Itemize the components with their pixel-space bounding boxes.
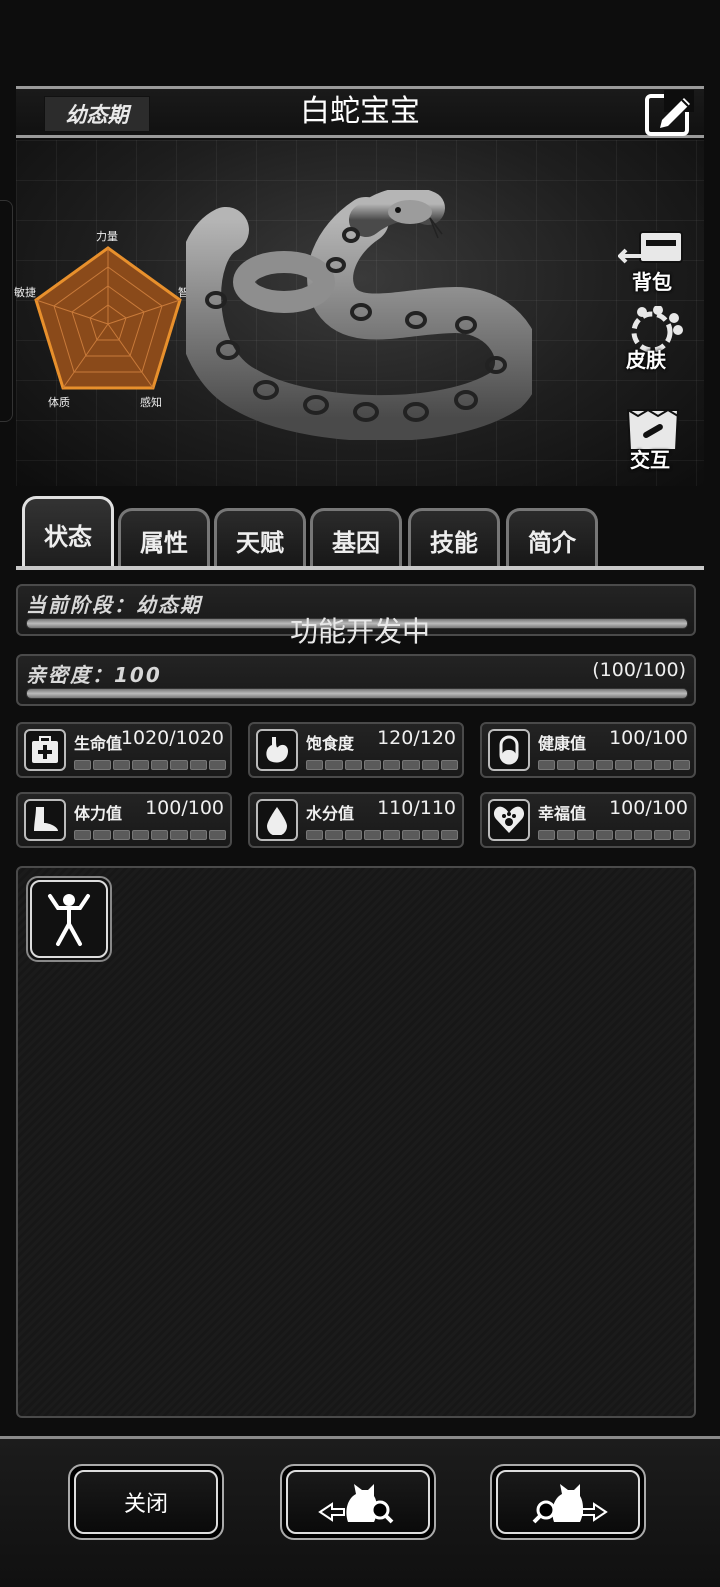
- status-content-area: [16, 866, 696, 1418]
- stat-value: 100/100: [145, 797, 224, 819]
- tab-status[interactable]: 状态: [22, 496, 114, 570]
- stat-card-health: 生命值 1020/1020: [16, 722, 232, 778]
- stat-label: 饱食度: [306, 734, 355, 753]
- stat-label: 水分值: [306, 804, 355, 823]
- tab-genes[interactable]: 基因: [310, 508, 402, 570]
- stat-label: 健康值: [538, 734, 587, 753]
- capsule-icon: [488, 729, 530, 771]
- stat-value: 1020/1020: [120, 727, 224, 749]
- stage-chip: 幼态期: [44, 96, 150, 132]
- water-drop-icon: [256, 799, 298, 841]
- feature-in-dev-text: 功能开发中: [289, 615, 430, 648]
- stat-bar: [306, 830, 458, 840]
- edit-icon: [645, 90, 694, 136]
- tab-skills[interactable]: 技能: [408, 508, 500, 570]
- left-edge-handle[interactable]: [0, 200, 13, 422]
- backpack-label: 背包: [632, 270, 672, 294]
- tab-attributes[interactable]: 属性: [118, 508, 210, 570]
- stat-label: 生命值: [74, 734, 123, 753]
- stat-bar: [74, 760, 226, 770]
- stat-bar: [306, 760, 458, 770]
- radar-label-perception: 感知: [140, 396, 162, 409]
- interact-label: 交互: [630, 448, 670, 472]
- stretch-pose-icon: [48, 894, 90, 946]
- stat-value: 100/100: [609, 727, 688, 749]
- tab-talents[interactable]: 天赋: [214, 508, 306, 570]
- stat-bar: [74, 830, 226, 840]
- stat-label: 体力值: [74, 804, 123, 823]
- previous-pet-button[interactable]: [280, 1464, 436, 1540]
- next-pet-icon: [532, 1484, 608, 1524]
- stat-card-happiness: 幸福值 100/100: [480, 792, 696, 848]
- skin-button[interactable]: 皮肤: [618, 305, 688, 372]
- tab-intro[interactable]: 简介: [506, 508, 598, 570]
- edit-name-button[interactable]: [644, 88, 694, 138]
- stat-label: 幸福值: [538, 804, 587, 823]
- intimacy-value: (100/100): [592, 659, 686, 681]
- foot-icon: [24, 799, 66, 841]
- previous-pet-icon: [318, 1484, 394, 1524]
- stat-card-stamina: 体力值 100/100: [16, 792, 232, 848]
- snake-image: [186, 190, 532, 440]
- tab-underline: [16, 566, 704, 570]
- interact-button[interactable]: 交互: [618, 406, 688, 472]
- medkit-icon: [24, 729, 66, 771]
- radar-label-strength: 力量: [96, 230, 118, 243]
- stat-bar: [538, 760, 690, 770]
- next-pet-button[interactable]: [490, 1464, 646, 1540]
- stomach-icon: [256, 729, 298, 771]
- stat-card-hydration: 水分值 110/110: [248, 792, 464, 848]
- attribute-radar: [34, 246, 182, 390]
- stat-value: 100/100: [609, 797, 688, 819]
- stat-value: 110/110: [377, 797, 456, 819]
- radar-label-agility: 敏捷: [14, 286, 36, 299]
- backpack-button[interactable]: 背包: [617, 228, 688, 294]
- heart-paw-icon: [488, 799, 530, 841]
- close-button-label: 关闭: [74, 1470, 218, 1534]
- stretch-action-button[interactable]: [26, 876, 112, 962]
- stat-card-wellness: 健康值 100/100: [480, 722, 696, 778]
- tab-bar: 状态 属性 天赋 基因 技能 简介: [16, 494, 704, 570]
- intimacy-panel: 亲密度：100 (100/100): [16, 654, 696, 706]
- stat-bar: [538, 830, 690, 840]
- intimacy-bar: [26, 688, 688, 699]
- stat-card-satiety: 饱食度 120/120: [248, 722, 464, 778]
- pet-name: 白蛇宝宝: [300, 94, 420, 129]
- close-button[interactable]: 关闭: [68, 1464, 224, 1540]
- stat-value: 120/120: [377, 727, 456, 749]
- current-stage-title: 当前阶段：幼态期: [26, 593, 202, 617]
- skin-label: 皮肤: [626, 348, 666, 372]
- radar-label-constitution: 体质: [48, 396, 70, 409]
- intimacy-title: 亲密度：100: [26, 663, 162, 687]
